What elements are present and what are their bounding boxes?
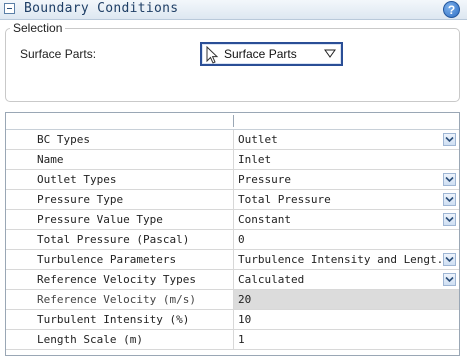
property-value-select[interactable]: Outlet [234,130,459,149]
table-row[interactable]: Reference Velocity (m/s) 20 [6,290,459,310]
property-value-field[interactable]: Inlet [234,150,459,169]
property-name: Outlet Types [6,170,234,189]
table-row[interactable]: Name Inlet [6,150,459,170]
chevron-down-icon[interactable] [443,213,456,226]
surface-parts-label: Surface Parts: [20,47,97,61]
property-name: Reference Velocity (m/s) [6,290,234,309]
table-row[interactable]: Total Pressure (Pascal) 0 [6,230,459,250]
table-row[interactable]: Outlet Types Pressure [6,170,459,190]
panel-header: Boundary Conditions ? [0,0,467,20]
chevron-down-icon [324,49,336,58]
property-name: Pressure Type [6,190,234,209]
chevron-down-icon[interactable] [443,133,456,146]
chevron-down-icon[interactable] [443,273,456,286]
property-value-field[interactable]: 0 [234,230,459,249]
chevron-down-icon[interactable] [443,193,456,206]
property-value-select[interactable]: Calculated [234,270,459,289]
chevron-down-icon[interactable] [443,253,456,266]
column-divider[interactable] [233,115,234,127]
cursor-arrow-icon [206,46,219,64]
selection-legend: Selection [10,21,66,35]
property-name: Name [6,150,234,169]
table-row[interactable]: Turbulent Intensity (%) 10 [6,310,459,330]
property-value-select[interactable]: Turbulence Intensity and Lengt... [234,250,459,269]
table-row[interactable]: Pressure Value Type Constant [6,210,459,230]
property-name: Turbulent Intensity (%) [6,310,234,329]
help-icon[interactable]: ? [443,1,460,18]
property-name: Reference Velocity Types [6,270,234,289]
surface-parts-dropdown[interactable]: Surface Parts [200,42,343,66]
property-name: BC Types [6,130,234,149]
property-value-field[interactable]: 1 [234,330,459,349]
table-header [6,113,459,130]
property-value-select[interactable]: Pressure [234,170,459,189]
property-value-select[interactable]: Constant [234,210,459,229]
table-row[interactable]: Turbulence Parameters Turbulence Intensit… [6,250,459,270]
table-row[interactable]: Reference Velocity Types Calculated [6,270,459,290]
property-name: Pressure Value Type [6,210,234,229]
table-row[interactable]: Pressure Type Total Pressure [6,190,459,210]
property-name: Total Pressure (Pascal) [6,230,234,249]
property-value-field[interactable]: 10 [234,310,459,329]
property-value-field: 20 [234,290,459,309]
property-name: Length Scale (m) [6,330,234,349]
collapse-icon[interactable] [4,3,15,14]
property-value-select[interactable]: Total Pressure [234,190,459,209]
table-row[interactable]: BC Types Outlet [6,130,459,150]
table-row[interactable]: Length Scale (m) 1 [6,330,459,350]
panel-title: Boundary Conditions [24,1,179,16]
property-name: Turbulence Parameters [6,250,234,269]
properties-table: BC Types Outlet Name Inlet Outlet Types Press… [5,112,460,356]
surface-parts-value: Surface Parts [224,47,297,61]
chevron-down-icon[interactable] [443,173,456,186]
